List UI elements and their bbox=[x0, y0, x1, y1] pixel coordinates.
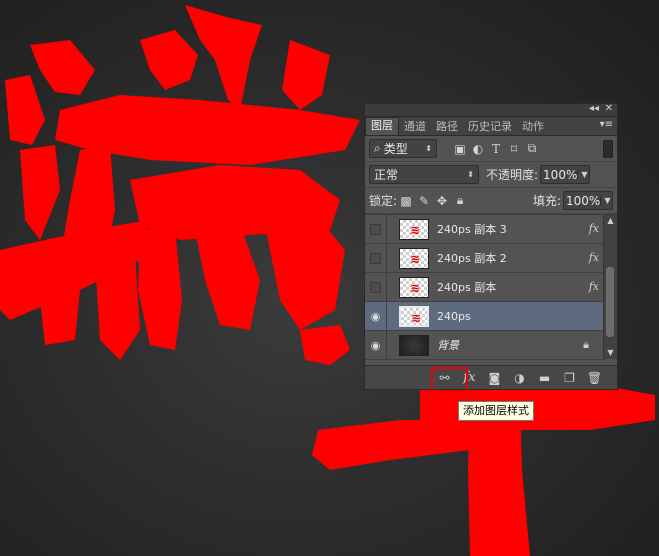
tab-channels[interactable]: 通道 bbox=[399, 119, 431, 135]
add-mask-icon[interactable]: ◙ bbox=[482, 371, 507, 385]
panel-bottom-bar: ⚯ fx ◙ ◑ ▬ ❐ 🗑︎ bbox=[365, 365, 617, 389]
lock-icon: 🔒︎ bbox=[583, 338, 589, 351]
lock-all-icon[interactable]: 🔒︎ bbox=[451, 192, 469, 210]
filter-shape-icon[interactable]: ⌑ bbox=[505, 140, 523, 158]
updown-caret-icon: ⬍ bbox=[467, 170, 474, 179]
opacity-label: 不透明度: bbox=[486, 168, 539, 182]
red-mark: ≋ bbox=[409, 251, 421, 266]
filter-toggle[interactable] bbox=[603, 139, 613, 158]
chevron-down-icon[interactable]: ▼ bbox=[600, 196, 610, 205]
layer-name: 240ps 副本 bbox=[437, 281, 497, 294]
new-layer-icon[interactable]: ❐ bbox=[557, 371, 582, 385]
layers-panel: ◂◂ ✕ 图层 通道 路径 历史记录 动作 ▾≡ ⌕ 类型 ⬍ ▣ ◐ T ⌑ … bbox=[364, 103, 618, 390]
layer-thumbnail: ≋ bbox=[399, 247, 429, 269]
tab-layers[interactable]: 图层 bbox=[365, 117, 399, 135]
tab-history[interactable]: 历史记录 bbox=[463, 119, 517, 135]
fx-highlight-box bbox=[431, 367, 468, 392]
lock-brush-icon[interactable]: ✎ bbox=[415, 192, 433, 210]
lock-transparent-icon[interactable]: ▩ bbox=[397, 192, 415, 210]
visibility-off-box bbox=[370, 281, 381, 293]
adjustment-layer-icon[interactable]: ◑ bbox=[507, 371, 532, 385]
layers-scrollbar[interactable]: ▲ ▼ bbox=[603, 215, 617, 359]
visibility-toggle[interactable] bbox=[365, 243, 387, 273]
fx-icon[interactable]: fx bbox=[589, 222, 599, 235]
panel-menu-icon[interactable]: ▾≡ bbox=[600, 119, 613, 130]
opacity-field[interactable]: 100% ▼ bbox=[540, 165, 591, 184]
tab-actions[interactable]: 动作 bbox=[517, 119, 549, 135]
chevron-down-icon[interactable]: ▼ bbox=[577, 170, 588, 179]
collapse-panel-icon[interactable]: ◂◂ bbox=[589, 103, 599, 114]
scroll-down-arrow-icon[interactable]: ▼ bbox=[604, 347, 617, 359]
blend-row: 正常 ⬍ 不透明度: 100% ▼ bbox=[365, 162, 617, 188]
filter-row: ⌕ 类型 ⬍ ▣ ◐ T ⌑ ⧉ bbox=[365, 136, 617, 162]
filter-kind-select[interactable]: ⌕ 类型 ⬍ bbox=[369, 139, 437, 158]
layer-row[interactable]: ≋ 240ps 副本 2 fx bbox=[365, 243, 605, 273]
visibility-toggle[interactable] bbox=[365, 214, 387, 244]
eye-icon: ◉ bbox=[370, 309, 381, 323]
filter-smart-object-icon[interactable]: ⧉ bbox=[523, 140, 541, 158]
layer-name: 240ps 副本 2 bbox=[437, 252, 507, 265]
red-mark: ≋ bbox=[410, 310, 422, 325]
panel-header: ◂◂ ✕ bbox=[365, 103, 617, 117]
visibility-off-box bbox=[370, 223, 381, 235]
fx-icon[interactable]: fx bbox=[589, 251, 599, 264]
eye-icon: ◉ bbox=[370, 338, 381, 352]
layer-thumbnail: ≋ bbox=[399, 305, 429, 327]
tab-paths[interactable]: 路径 bbox=[431, 119, 463, 135]
layer-row[interactable]: ≋ 240ps 副本 fx bbox=[365, 272, 605, 302]
red-mark: ≋ bbox=[409, 280, 421, 295]
layer-name: 240ps 副本 3 bbox=[437, 223, 507, 236]
fx-icon[interactable]: fx bbox=[589, 280, 599, 293]
opacity-value: 100% bbox=[543, 167, 578, 182]
panel-tabs: 图层 通道 路径 历史记录 动作 ▾≡ bbox=[365, 117, 617, 136]
visibility-toggle[interactable]: ◉ bbox=[365, 330, 387, 360]
search-icon: ⌕ bbox=[374, 141, 381, 155]
fill-label: 填充: bbox=[532, 194, 561, 208]
layer-thumbnail bbox=[399, 334, 429, 356]
blend-mode-select[interactable]: 正常 ⬍ bbox=[369, 165, 479, 184]
visibility-off-box bbox=[370, 252, 381, 264]
visibility-toggle[interactable]: ◉ bbox=[365, 301, 387, 331]
layer-thumbnail: ≋ bbox=[399, 276, 429, 298]
scrollbar-thumb[interactable] bbox=[606, 267, 614, 337]
layer-name: 240ps bbox=[437, 309, 471, 323]
layers-list: ≋ 240ps 副本 3 fx ≋ 240ps 副本 2 fx ≋ 240ps … bbox=[365, 214, 617, 360]
tooltip: 添加图层样式 bbox=[458, 401, 534, 421]
layer-row[interactable]: ≋ 240ps 副本 3 fx bbox=[365, 214, 605, 244]
lock-row: 锁定: ▩ ✎ ✥ 🔒︎ 填充: 100% ▼ bbox=[365, 188, 617, 214]
red-mark: ≋ bbox=[409, 222, 421, 237]
filter-type-icon[interactable]: T bbox=[487, 140, 505, 158]
fill-field[interactable]: 100% ▼ bbox=[563, 191, 613, 210]
close-panel-icon[interactable]: ✕ bbox=[605, 103, 613, 114]
visibility-toggle[interactable] bbox=[365, 272, 387, 302]
layer-row-background[interactable]: ◉ 背景 🔒︎ bbox=[365, 330, 605, 360]
fill-value: 100% bbox=[566, 193, 601, 208]
lock-label: 锁定: bbox=[369, 194, 398, 208]
filter-kind-label: 类型 bbox=[383, 142, 408, 156]
scroll-up-arrow-icon[interactable]: ▲ bbox=[604, 215, 617, 227]
trash-icon[interactable]: 🗑︎ bbox=[582, 371, 607, 385]
new-group-folder-icon[interactable]: ▬ bbox=[532, 371, 557, 385]
filter-adjustment-icon[interactable]: ◐ bbox=[469, 140, 487, 158]
blend-mode-value: 正常 bbox=[374, 168, 399, 182]
lock-move-icon[interactable]: ✥ bbox=[433, 192, 451, 210]
layer-thumbnail: ≋ bbox=[399, 218, 429, 240]
updown-caret-icon: ⬍ bbox=[425, 144, 432, 153]
filter-pixel-icon[interactable]: ▣ bbox=[451, 140, 469, 158]
layer-name: 背景 bbox=[437, 339, 459, 352]
layer-row-selected[interactable]: ◉ ≋ 240ps bbox=[365, 301, 605, 331]
